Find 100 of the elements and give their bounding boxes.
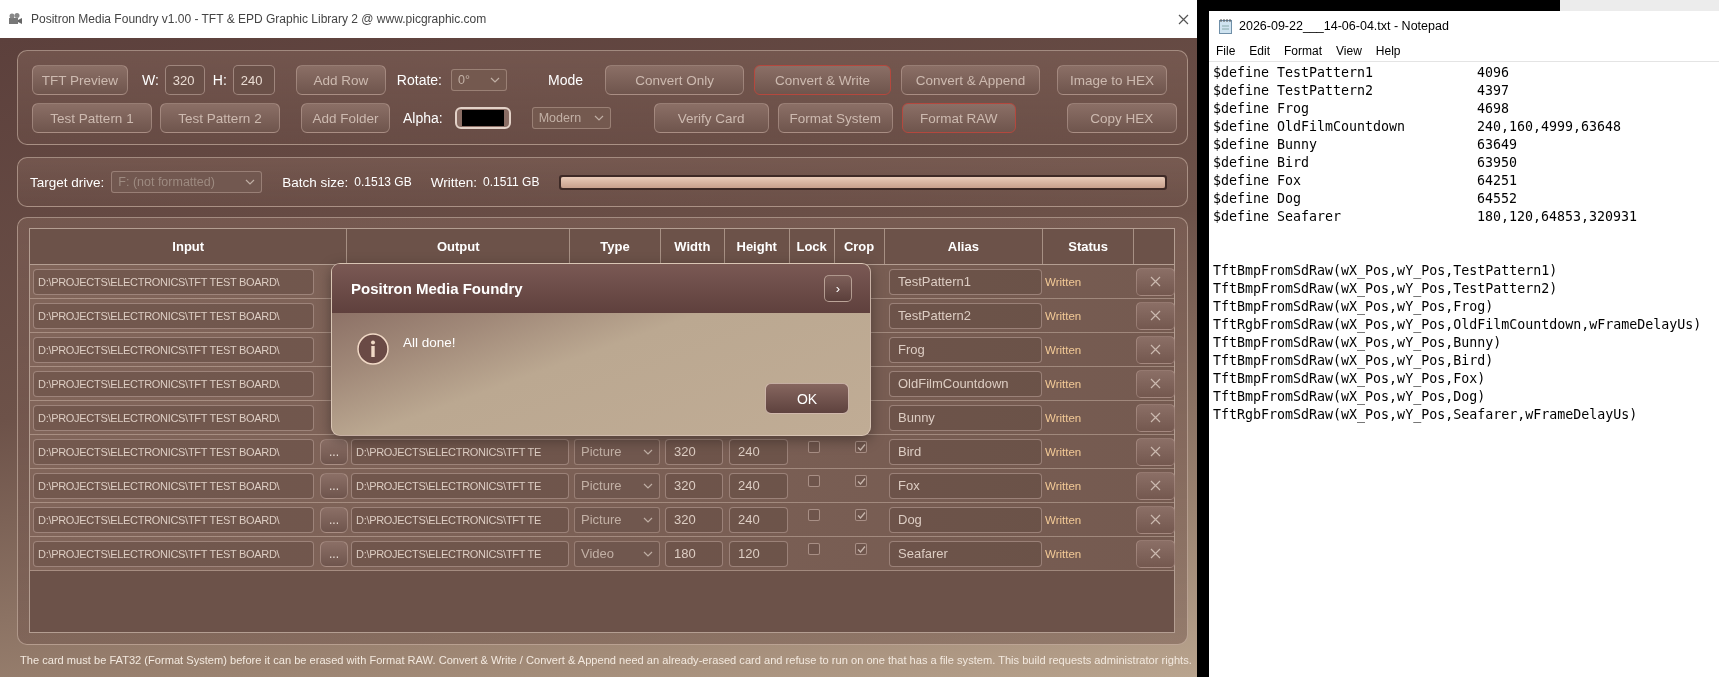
toolbar-button[interactable]: Convert & Write xyxy=(754,65,892,95)
alias-field[interactable]: TestPattern2 xyxy=(889,302,1042,329)
checkbox[interactable] xyxy=(855,508,867,521)
number-field[interactable]: 240 xyxy=(232,65,275,95)
field-label: W: xyxy=(142,72,159,88)
input-path-field[interactable]: D:\PROJECTS\ELECTRONICS\TFT TEST BOARD\ xyxy=(33,506,314,533)
menu-item[interactable]: File xyxy=(1216,44,1236,58)
delete-button[interactable] xyxy=(1136,335,1175,364)
check-icon xyxy=(856,510,866,519)
delete-button[interactable] xyxy=(1136,301,1175,330)
toolbar-button[interactable]: Convert & Append xyxy=(901,65,1041,95)
checkbox[interactable] xyxy=(807,542,820,555)
height-field[interactable]: 120 xyxy=(729,540,788,567)
alias-field[interactable]: Bunny xyxy=(889,404,1042,431)
height-field[interactable]: 240 xyxy=(729,438,788,465)
toolbar-button[interactable]: Image to HEX xyxy=(1057,65,1168,95)
number-field[interactable]: 320 xyxy=(164,65,205,95)
check-icon xyxy=(856,544,866,553)
field-label: Rotate: xyxy=(396,72,442,88)
ok-button[interactable]: OK xyxy=(765,383,849,414)
checkbox[interactable] xyxy=(807,440,820,453)
code-text: $define Bunny xyxy=(1213,136,1319,154)
output-path-field[interactable]: D:\PROJECTS\ELECTRONICS\TFT TE xyxy=(351,540,569,567)
output-path-field[interactable]: D:\PROJECTS\ELECTRONICS\TFT TE xyxy=(351,506,569,533)
checkbox[interactable] xyxy=(855,542,867,555)
type-dropdown[interactable]: Picture xyxy=(574,506,660,533)
close-icon xyxy=(1150,548,1161,559)
chevron-icon xyxy=(593,115,604,121)
toolbar-button[interactable]: TFT Preview xyxy=(32,65,128,95)
alias-field[interactable]: TestPattern1 xyxy=(889,268,1042,295)
close-icon xyxy=(1150,446,1161,457)
alias-field[interactable]: Fox xyxy=(889,472,1042,499)
alias-field[interactable]: Bird xyxy=(889,438,1042,465)
type-dropdown[interactable]: Picture xyxy=(574,438,660,465)
alias-field[interactable]: Frog xyxy=(889,336,1042,363)
input-path-field[interactable]: D:\PROJECTS\ELECTRONICS\TFT TEST BOARD\ xyxy=(33,540,314,567)
toolbar-button[interactable]: Verify Card xyxy=(653,103,769,133)
toolbar-button[interactable]: Test Pattern 1 xyxy=(32,103,152,133)
width-field[interactable]: 180 xyxy=(665,540,723,567)
chevron-icon xyxy=(643,516,653,523)
browse-button[interactable]: ... xyxy=(320,506,348,533)
menu-item[interactable]: View xyxy=(1336,44,1362,58)
width-field[interactable]: 320 xyxy=(665,472,723,499)
dialog-message: All done! xyxy=(403,335,456,350)
toolbar-button[interactable]: Test Pattern 2 xyxy=(160,103,280,133)
output-path-field[interactable]: D:\PROJECTS\ELECTRONICS\TFT TE xyxy=(351,438,569,465)
input-path-field[interactable]: D:\PROJECTS\ELECTRONICS\TFT TEST BOARD\ xyxy=(33,370,314,397)
dropdown[interactable]: Modern xyxy=(531,107,611,129)
delete-button[interactable] xyxy=(1136,267,1175,296)
alias-field[interactable]: Seafarer xyxy=(889,540,1042,567)
toolbar-button[interactable]: Add Row xyxy=(295,65,386,95)
toolbar-button[interactable]: Format System xyxy=(777,103,893,133)
close-icon xyxy=(1150,514,1161,525)
notepad-icon xyxy=(1218,17,1233,35)
browse-button[interactable]: ... xyxy=(320,540,348,567)
menu-item[interactable]: Edit xyxy=(1249,44,1271,58)
code-text: 4698 xyxy=(1477,100,1510,118)
delete-button[interactable] xyxy=(1136,403,1175,432)
type-dropdown[interactable]: Picture xyxy=(574,472,660,499)
checkbox[interactable] xyxy=(807,474,820,487)
window-title: 2026-09-22___14-06-04.txt - Notepad xyxy=(1239,19,1449,33)
toolbar-button[interactable]: Convert Only xyxy=(605,65,745,95)
status-text: Written xyxy=(1045,445,1082,458)
input-path-field[interactable]: D:\PROJECTS\ELECTRONICS\TFT TEST BOARD\ xyxy=(33,268,314,295)
browse-button[interactable]: ... xyxy=(320,472,348,499)
window-title: Positron Media Foundry v1.00 - TFT & EPD Graphic Library 2 @ www.picgraphic.com xyxy=(31,12,488,26)
delete-button[interactable] xyxy=(1136,471,1175,500)
code-line: TftBmpFromSdRaw(wX_Pos,wY_Pos,Frog) xyxy=(1213,298,1495,316)
input-path-field[interactable]: D:\PROJECTS\ELECTRONICS\TFT TEST BOARD\ xyxy=(33,404,314,431)
width-field[interactable]: 320 xyxy=(665,506,723,533)
browse-button[interactable]: ... xyxy=(320,438,348,465)
dropdown[interactable]: 0° xyxy=(451,69,507,91)
input-path-field[interactable]: D:\PROJECTS\ELECTRONICS\TFT TEST BOARD\ xyxy=(33,438,314,465)
checkbox[interactable] xyxy=(855,474,867,487)
code-line: TftBmpFromSdRaw(wX_Pos,wY_Pos,TestPattern1) xyxy=(1213,262,1559,280)
delete-button[interactable] xyxy=(1136,369,1175,398)
checkbox[interactable] xyxy=(807,508,820,521)
toolbar-button[interactable]: Add Folder xyxy=(301,103,390,133)
input-path-field[interactable]: D:\PROJECTS\ELECTRONICS\TFT TEST BOARD\ xyxy=(33,336,314,363)
alias-field[interactable]: OldFilmCountdown xyxy=(889,370,1042,397)
input-path-field[interactable]: D:\PROJECTS\ELECTRONICS\TFT TEST BOARD\ xyxy=(33,472,314,499)
input-path-field[interactable]: D:\PROJECTS\ELECTRONICS\TFT TEST BOARD\ xyxy=(33,302,314,329)
code-line: TftRgbFromSdRaw(wX_Pos,wY_Pos,Seafarer,wFrameDelayUs) xyxy=(1213,406,1639,424)
close-icon xyxy=(1150,344,1161,355)
toolbar-button[interactable]: Format RAW xyxy=(901,103,1016,133)
height-field[interactable]: 240 xyxy=(729,506,788,533)
output-path-field[interactable]: D:\PROJECTS\ELECTRONICS\TFT TE xyxy=(351,472,569,499)
toolbar-button[interactable]: Copy HEX xyxy=(1066,103,1177,133)
delete-button[interactable] xyxy=(1136,505,1175,534)
dialog-menu-button[interactable]: › xyxy=(824,275,852,302)
height-field[interactable]: 240 xyxy=(729,472,788,499)
menu-item[interactable]: Format xyxy=(1284,44,1323,58)
color-picker[interactable] xyxy=(454,107,511,129)
width-field[interactable]: 320 xyxy=(665,438,723,465)
alias-field[interactable]: Dog xyxy=(889,506,1042,533)
checkbox[interactable] xyxy=(855,440,867,453)
delete-button[interactable] xyxy=(1136,539,1175,568)
menu-item[interactable]: Help xyxy=(1375,44,1401,58)
type-dropdown[interactable]: Video xyxy=(574,540,660,567)
delete-button[interactable] xyxy=(1136,437,1175,466)
